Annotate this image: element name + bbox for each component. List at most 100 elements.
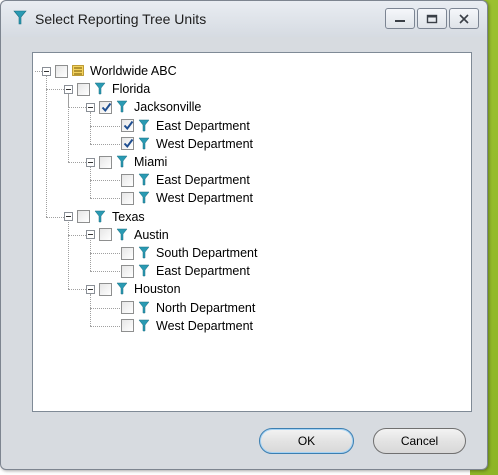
reporting-tree[interactable]: Worldwide ABC Florida Jacksonville East Dep… bbox=[32, 52, 472, 412]
node-checkbox[interactable] bbox=[99, 155, 112, 169]
tree-connector-horizontal bbox=[90, 307, 120, 309]
tree-node[interactable]: South Department bbox=[108, 244, 257, 262]
tree-node[interactable]: East Department bbox=[108, 171, 250, 189]
filter-funnel-icon bbox=[116, 101, 128, 113]
tree-node[interactable]: East Department bbox=[108, 117, 250, 135]
tree-connector-vertical bbox=[90, 167, 91, 199]
title-bar[interactable]: Select Reporting Tree Units bbox=[1, 1, 487, 37]
tree-node-label: Houston bbox=[134, 282, 181, 297]
close-icon bbox=[459, 13, 469, 24]
tree-node-label: South Department bbox=[156, 246, 258, 260]
node-checkbox[interactable] bbox=[121, 301, 134, 315]
collapse-toggle[interactable] bbox=[64, 84, 73, 94]
tree-connector-horizontal bbox=[46, 216, 64, 218]
tree-connector-horizontal bbox=[90, 253, 120, 254]
node-checkbox[interactable] bbox=[121, 191, 134, 205]
tree-node[interactable]: Texas bbox=[64, 208, 145, 226]
node-checkbox[interactable] bbox=[121, 137, 134, 151]
tree-connector-horizontal bbox=[68, 162, 86, 163]
node-checkbox[interactable] bbox=[99, 100, 112, 114]
tree-connector-vertical bbox=[90, 239, 91, 272]
tree-node-label: West Department bbox=[156, 318, 254, 333]
checkmark-icon bbox=[123, 139, 134, 149]
collapse-toggle[interactable] bbox=[86, 230, 95, 240]
filter-funnel-icon bbox=[116, 283, 128, 295]
filter-funnel-icon bbox=[138, 173, 150, 186]
tree-connector-vertical bbox=[90, 112, 91, 144]
collapse-toggle[interactable] bbox=[86, 102, 95, 112]
ok-button[interactable]: OK bbox=[259, 428, 354, 454]
tree-node-label: East Department bbox=[156, 264, 250, 279]
dialog-window: Select Reporting Tree Units Worldwide AB… bbox=[0, 0, 488, 470]
tree-node-label: West Department bbox=[156, 136, 254, 151]
tree-node[interactable]: Jacksonville bbox=[86, 98, 201, 116]
filter-funnel-icon bbox=[116, 155, 128, 168]
tree-node-label: Miami bbox=[134, 155, 168, 169]
minimize-icon bbox=[395, 19, 405, 22]
window-controls bbox=[383, 8, 479, 29]
tree-connector-horizontal bbox=[35, 71, 42, 72]
filter-funnel-icon bbox=[138, 119, 150, 131]
node-checkbox[interactable] bbox=[121, 119, 134, 133]
tree-node[interactable]: Houston bbox=[86, 280, 181, 298]
tree-connector-horizontal bbox=[90, 198, 120, 200]
tree-node[interactable]: West Department bbox=[108, 317, 253, 335]
tree-connector-horizontal bbox=[68, 289, 86, 291]
tree-node-label: East Department bbox=[156, 173, 250, 188]
filter-funnel-icon bbox=[138, 246, 150, 259]
node-checkbox[interactable] bbox=[77, 82, 90, 96]
tree-node-label: Florida bbox=[112, 82, 151, 97]
tree-connector-vertical bbox=[46, 76, 47, 217]
collapse-toggle[interactable] bbox=[86, 284, 95, 294]
tree-node[interactable]: West Department bbox=[108, 189, 253, 207]
checkmark-icon bbox=[123, 120, 134, 131]
collapse-toggle[interactable] bbox=[86, 157, 95, 167]
tree-node-label: West Department bbox=[156, 191, 254, 206]
tree-connector-horizontal bbox=[68, 234, 86, 236]
maximize-icon bbox=[426, 14, 438, 23]
maximize-button[interactable] bbox=[417, 8, 447, 29]
filter-funnel-icon bbox=[138, 264, 150, 277]
tree-connector-vertical bbox=[68, 221, 69, 290]
tree-node[interactable]: Florida bbox=[64, 80, 150, 98]
tree-connector-horizontal bbox=[90, 143, 120, 145]
collapse-toggle[interactable] bbox=[64, 212, 73, 222]
node-checkbox[interactable] bbox=[121, 264, 134, 278]
filter-funnel-icon bbox=[138, 137, 150, 150]
cancel-button[interactable]: Cancel bbox=[373, 428, 466, 454]
node-checkbox[interactable] bbox=[121, 319, 134, 333]
node-checkbox[interactable] bbox=[121, 173, 134, 187]
checkmark-icon bbox=[101, 102, 112, 112]
filter-funnel-icon bbox=[116, 228, 128, 241]
tree-node[interactable]: Austin bbox=[86, 226, 169, 244]
node-checkbox[interactable] bbox=[99, 282, 112, 296]
tree-node-label: Worldwide ABC bbox=[90, 64, 177, 78]
node-checkbox[interactable] bbox=[121, 246, 134, 260]
tree-node[interactable]: West Department bbox=[108, 135, 253, 153]
tree-node[interactable]: North Department bbox=[108, 299, 255, 317]
collapse-toggle[interactable] bbox=[42, 66, 51, 76]
tree-connector-horizontal bbox=[90, 180, 120, 182]
node-checkbox[interactable] bbox=[55, 64, 68, 78]
tree-node-label: North Department bbox=[156, 300, 256, 315]
node-checkbox[interactable] bbox=[99, 228, 112, 242]
close-button[interactable] bbox=[449, 8, 479, 29]
tree-connector-horizontal bbox=[90, 271, 120, 273]
tree-node-label: East Department bbox=[156, 118, 250, 133]
node-checkbox[interactable] bbox=[77, 210, 90, 224]
tree-connector-horizontal bbox=[90, 125, 120, 127]
filter-funnel-icon bbox=[138, 301, 150, 313]
tree-connector-horizontal bbox=[90, 325, 120, 327]
tree-node[interactable]: Miami bbox=[86, 153, 167, 171]
list-folder-icon bbox=[72, 65, 84, 76]
tree-node-label: Texas bbox=[112, 209, 145, 224]
tree-node[interactable]: Worldwide ABC bbox=[42, 62, 177, 80]
minimize-button[interactable] bbox=[385, 8, 415, 29]
window-title: Select Reporting Tree Units bbox=[35, 11, 207, 27]
tree-connector-horizontal bbox=[46, 89, 64, 91]
filter-funnel-icon bbox=[94, 210, 106, 222]
tree-connector-horizontal bbox=[68, 107, 86, 109]
tree-connector-vertical bbox=[68, 94, 69, 162]
filter-funnel-icon bbox=[94, 82, 106, 95]
tree-node[interactable]: East Department bbox=[108, 262, 250, 280]
